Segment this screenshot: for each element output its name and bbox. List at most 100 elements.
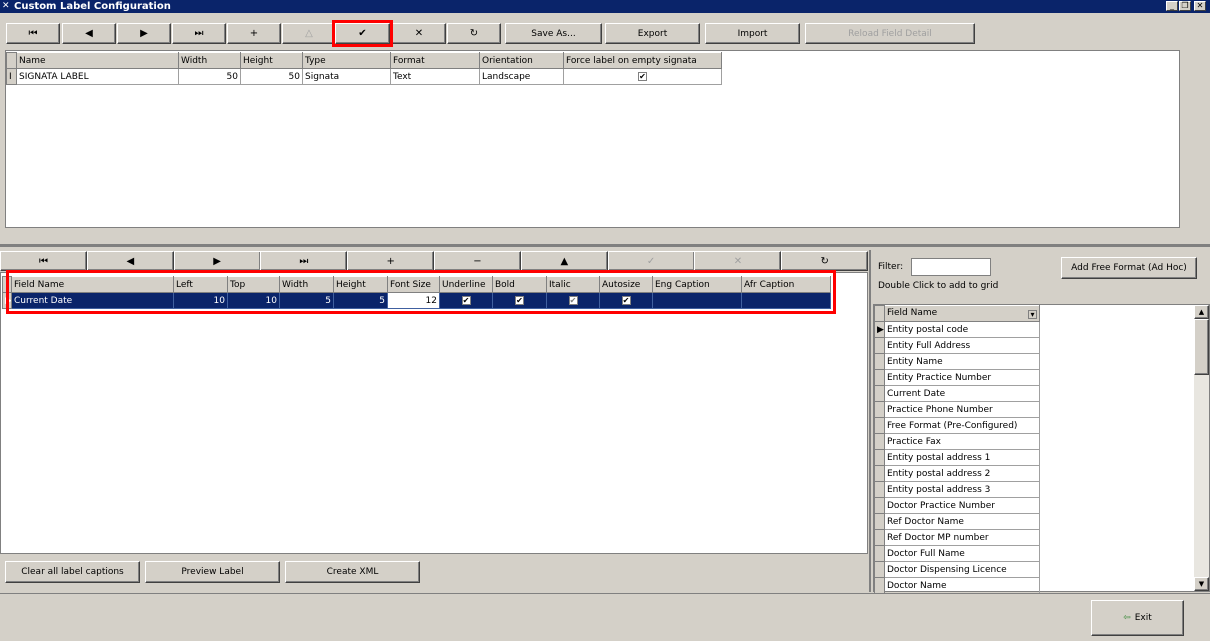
title-bar: Custom Label Configuration [0, 0, 1210, 13]
nav-last-button[interactable]: ⏭ [172, 23, 226, 44]
minimize-button[interactable]: _ [1166, 1, 1178, 11]
list-item-label[interactable]: Practice Phone Number [884, 401, 1040, 418]
list-item-label[interactable]: Doctor Name [884, 577, 1040, 594]
field-nav-prev-button[interactable]: ◀ [86, 251, 174, 271]
list-item-label[interactable]: Entity postal address 3 [884, 481, 1040, 498]
field-nav-refresh-button[interactable]: ↻ [781, 251, 869, 271]
nav-refresh-button[interactable]: ↻ [447, 23, 501, 44]
cell-orientation[interactable]: Landscape [479, 68, 564, 85]
exit-icon: ⇦ [1123, 613, 1131, 623]
list-item-label[interactable]: Free Format (Pre-Configured) [884, 417, 1040, 434]
restore-button[interactable]: ❐ [1179, 1, 1191, 11]
row-indicator [874, 561, 885, 578]
list-item-label[interactable]: Entity postal code [884, 321, 1040, 338]
scrollbar[interactable]: ▲ ▼ [1194, 305, 1209, 591]
preview-label-button[interactable]: Preview Label [145, 561, 280, 583]
cell-width[interactable]: 50 [178, 68, 241, 85]
field-nav-first-button[interactable]: ⏮ [0, 251, 87, 271]
list-item[interactable]: Entity Full Address [874, 337, 1040, 354]
divider [0, 593, 1210, 594]
list-item-label[interactable]: Entity postal address 2 [884, 465, 1040, 482]
nav-add-button[interactable]: + [227, 23, 281, 44]
reload-field-detail-button[interactable]: Reload Field Detail [805, 23, 975, 44]
scroll-down-button[interactable]: ▼ [1194, 577, 1209, 591]
col-height[interactable]: Height [240, 52, 303, 69]
cell-type[interactable]: Signata [302, 68, 391, 85]
list-item-label[interactable]: Practice Fax [884, 433, 1040, 450]
field-nav-post-button[interactable]: ✓ [607, 251, 695, 271]
col-orientation[interactable]: Orientation [479, 52, 564, 69]
list-item[interactable]: Entity Name [874, 353, 1040, 370]
row-indicator [874, 449, 885, 466]
field-nav-delete-button[interactable]: − [434, 251, 521, 271]
vertical-splitter[interactable] [869, 250, 871, 592]
list-item[interactable]: Entity Practice Number [874, 369, 1040, 386]
export-button[interactable]: Export [605, 23, 700, 44]
save-as-button[interactable]: Save As... [505, 23, 602, 44]
list-item-label[interactable]: Doctor Dispensing Licence [884, 561, 1040, 578]
list-item[interactable]: Practice Fax [874, 433, 1040, 450]
filter-input[interactable] [911, 258, 991, 276]
list-item[interactable]: Free Format (Pre-Configured) [874, 417, 1040, 434]
field-nav-last-button[interactable]: ⏭ [260, 251, 348, 271]
cell-height[interactable]: 50 [240, 68, 303, 85]
list-item[interactable]: Entity postal address 1 [874, 449, 1040, 466]
list-item-label[interactable]: Entity Practice Number [884, 369, 1040, 386]
row-indicator [874, 353, 885, 370]
label-grid-panel: Name Width Height Type Format Orientatio… [5, 50, 1180, 228]
list-item[interactable]: Entity postal address 3 [874, 481, 1040, 498]
indicator-header [874, 305, 885, 322]
add-free-format-button[interactable]: Add Free Format (Ad Hoc) [1061, 257, 1197, 279]
col-type[interactable]: Type [302, 52, 391, 69]
filter-dropdown-icon[interactable]: ▾ [1028, 310, 1037, 319]
cell-force-label[interactable]: ✔ [563, 68, 722, 85]
clear-captions-button[interactable]: Clear all label captions [5, 561, 140, 583]
nav-prev-button[interactable]: ◀ [62, 23, 116, 44]
list-item[interactable]: Current Date [874, 385, 1040, 402]
list-item-label[interactable]: Entity Full Address [884, 337, 1040, 354]
close-button[interactable]: ✕ [1194, 1, 1206, 11]
splitter[interactable] [0, 244, 1210, 247]
cell-name[interactable]: SIGNATA LABEL [16, 68, 179, 85]
list-item[interactable]: Ref Doctor Name [874, 513, 1040, 530]
cell-format[interactable]: Text [390, 68, 480, 85]
field-nav-cancel-button[interactable]: ✕ [694, 251, 782, 271]
field-nav-next-button[interactable]: ▶ [173, 251, 261, 271]
nav-up-button[interactable]: △ [282, 23, 336, 44]
list-item[interactable]: Practice Phone Number [874, 401, 1040, 418]
list-item-label[interactable]: Doctor Practice Number [884, 497, 1040, 514]
nav-cancel-button[interactable]: ✕ [392, 23, 446, 44]
list-item-label[interactable]: Entity Name [884, 353, 1040, 370]
list-item-label[interactable]: Ref Doctor MP number [884, 529, 1040, 546]
import-button[interactable]: Import [705, 23, 800, 44]
list-item[interactable]: Ref Doctor MP number [874, 529, 1040, 546]
force-label-checkbox[interactable]: ✔ [638, 71, 647, 81]
row-indicator [874, 529, 885, 546]
list-item[interactable]: Doctor Full Name [874, 545, 1040, 562]
list-item-label[interactable]: Entity postal address 1 [884, 449, 1040, 466]
list-item-label[interactable]: Doctor Full Name [884, 545, 1040, 562]
list-item[interactable]: ▶ Entity postal code [874, 321, 1040, 338]
list-item[interactable]: Doctor Dispensing Licence [874, 561, 1040, 578]
scroll-thumb[interactable] [1194, 319, 1209, 375]
list-item[interactable]: Entity postal address 2 [874, 465, 1040, 482]
app-icon: ✕ [2, 1, 10, 11]
list-item[interactable]: Doctor Name [874, 577, 1040, 594]
field-nav-up-button[interactable]: ▲ [520, 251, 608, 271]
create-xml-button[interactable]: Create XML [285, 561, 420, 583]
list-item[interactable]: Doctor Practice Number [874, 497, 1040, 514]
col-format[interactable]: Format [390, 52, 480, 69]
nav-first-button[interactable]: ⏮ [6, 23, 60, 44]
field-nav-add-button[interactable]: + [347, 251, 435, 271]
list-item-label[interactable]: Current Date [884, 385, 1040, 402]
col-force-label[interactable]: Force label on empty signata [563, 52, 722, 69]
highlight-box [6, 270, 836, 314]
scroll-up-button[interactable]: ▲ [1194, 305, 1209, 319]
col-field-name[interactable]: Field Name ▾ [884, 305, 1040, 322]
list-item-label[interactable]: Ref Doctor Name [884, 513, 1040, 530]
col-name[interactable]: Name [16, 52, 179, 69]
table-row[interactable]: I SIGNATA LABEL 50 50 Signata Text Lands… [6, 68, 722, 85]
nav-next-button[interactable]: ▶ [117, 23, 171, 44]
exit-button[interactable]: ⇦ Exit [1091, 600, 1184, 636]
col-width[interactable]: Width [178, 52, 241, 69]
